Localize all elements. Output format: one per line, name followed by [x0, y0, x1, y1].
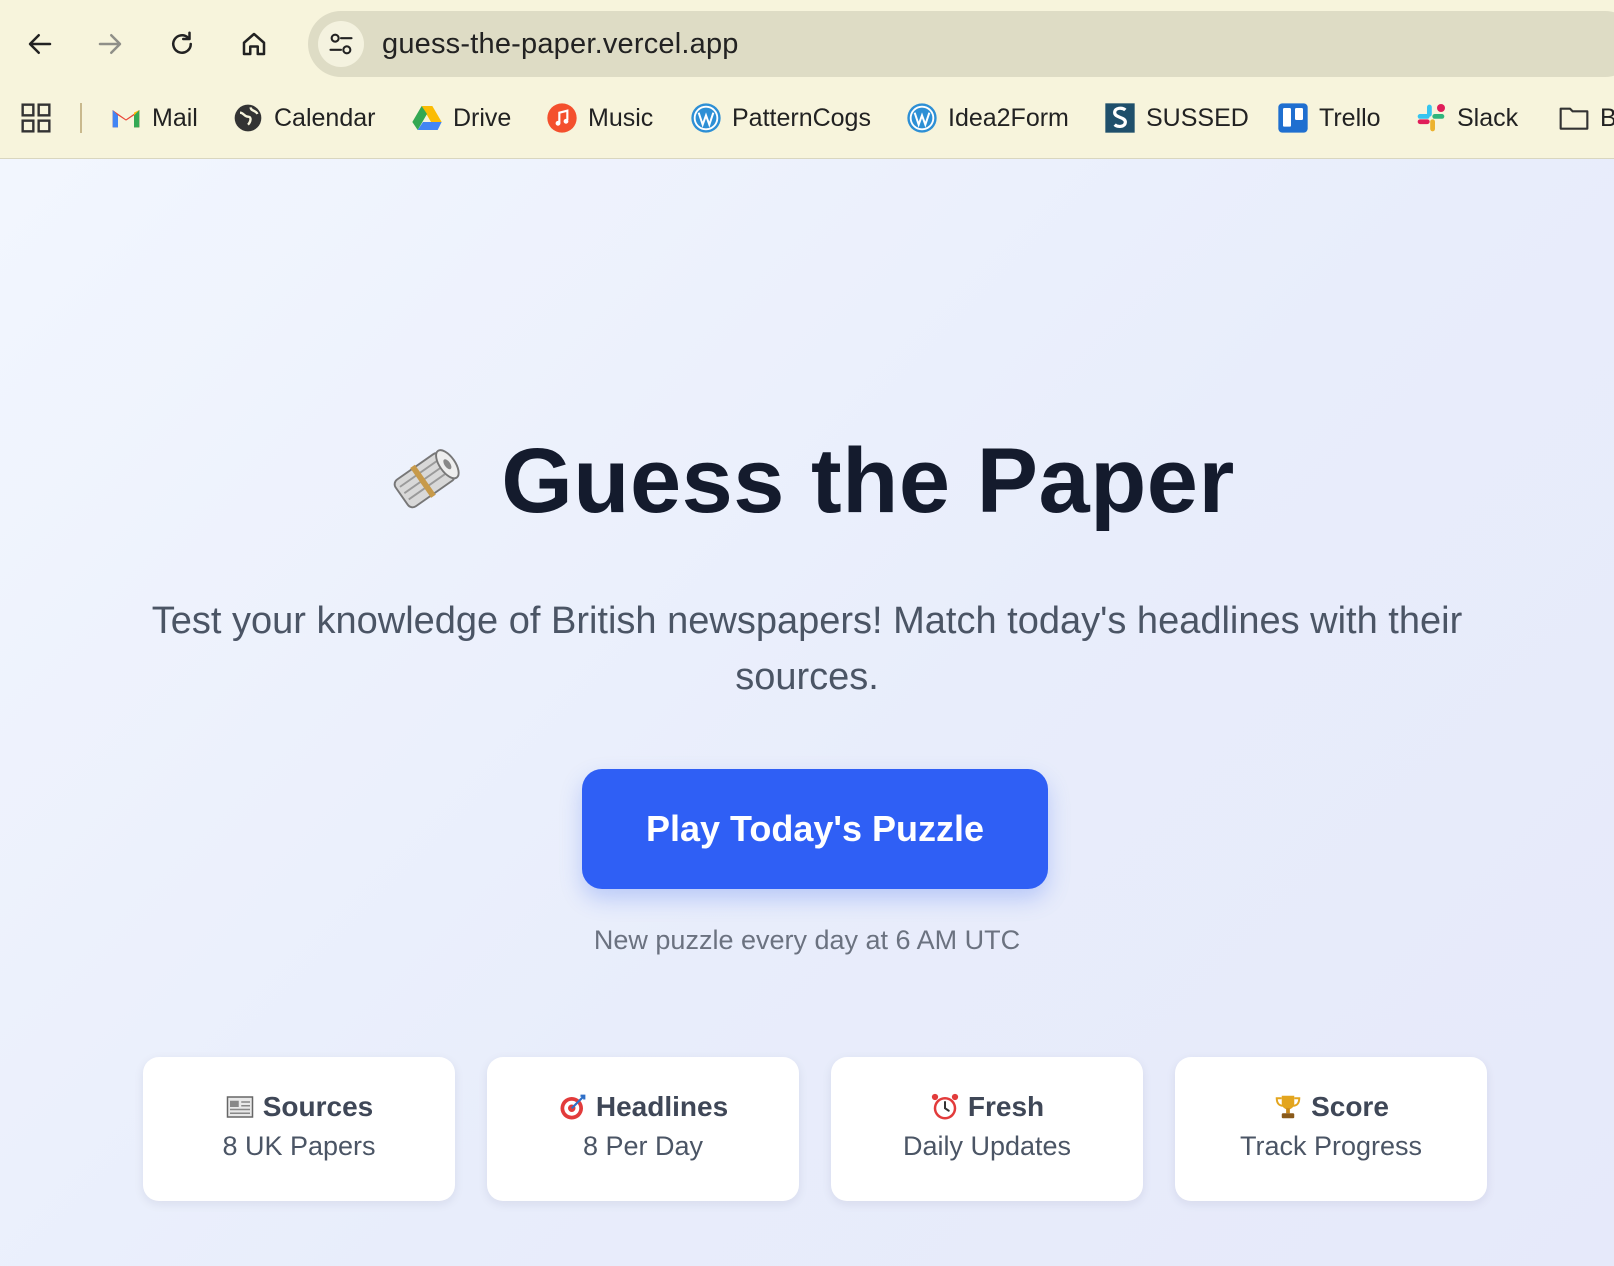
music-icon [546, 102, 578, 134]
feature-value: 8 UK Papers [222, 1131, 376, 1161]
wordpress-icon [690, 102, 722, 134]
arrow-left-icon [28, 34, 52, 54]
globe-icon [232, 102, 264, 134]
forward-button[interactable] [86, 20, 134, 68]
feature-value: Track Progress [1239, 1131, 1423, 1161]
back-button[interactable] [16, 20, 64, 68]
feature-title: Fresh [967, 1091, 1045, 1122]
feature-card-headlines: Headlines 8 Per Day [487, 1057, 799, 1201]
bookmark-label: Mail [152, 103, 198, 132]
bookmark-sussed[interactable]: SUSSED [1104, 98, 1249, 138]
bookmark-trello[interactable]: Trello [1277, 98, 1381, 138]
feature-card-sources: Sources 8 UK Papers [143, 1057, 455, 1201]
feature-title: Headlines [595, 1091, 729, 1122]
arrow-right-icon [98, 34, 122, 54]
feature-title: Sources [262, 1091, 374, 1122]
folder-icon [1558, 102, 1590, 134]
bookmark-idea2form[interactable]: Idea2Form [906, 98, 1069, 138]
bookmark-folder[interactable]: B [1558, 98, 1614, 138]
bookmark-label: Trello [1319, 103, 1381, 132]
rolled-newspaper-icon [393, 448, 460, 508]
hero-heading: Guess the Paper [0, 429, 1614, 534]
bookmarks-bar: Mail Calendar Drive Music PatternCogs Id… [0, 88, 1614, 148]
newspaper-icon [225, 1092, 255, 1122]
target-icon [558, 1092, 588, 1122]
bookmark-drive[interactable]: Drive [411, 98, 511, 138]
play-puzzle-button[interactable]: Play Today's Puzzle [582, 769, 1048, 889]
feature-card-fresh: Fresh Daily Updates [831, 1057, 1143, 1201]
trello-icon [1277, 102, 1309, 134]
reload-icon [172, 31, 192, 54]
feature-title: Score [1311, 1091, 1389, 1122]
sussed-icon [1104, 102, 1136, 134]
bookmarks-divider [80, 103, 82, 133]
bookmark-label: Idea2Form [948, 103, 1069, 132]
url-text: guess-the-paper.vercel.app [382, 28, 739, 60]
bookmark-patterncogs[interactable]: PatternCogs [690, 98, 871, 138]
feature-value: Daily Updates [902, 1131, 1072, 1161]
home-button[interactable] [230, 20, 278, 68]
feature-card-score: Score Track Progress [1175, 1057, 1487, 1201]
address-bar[interactable]: guess-the-paper.vercel.app [308, 11, 1614, 77]
trophy-icon [1273, 1092, 1303, 1122]
apps-grid-icon[interactable] [20, 102, 52, 134]
home-icon [242, 32, 266, 56]
browser-chrome: guess-the-paper.vercel.app Mail Calendar [0, 0, 1614, 159]
google-drive-icon [411, 102, 443, 134]
gmail-icon [110, 102, 142, 134]
navigation-bar: guess-the-paper.vercel.app [0, 0, 1614, 88]
tune-icon [329, 33, 353, 55]
bookmark-calendar[interactable]: Calendar [232, 98, 375, 138]
bookmark-label: Music [588, 103, 654, 132]
puzzle-schedule-note: New puzzle every day at 6 AM UTC [593, 925, 1021, 955]
wordpress-icon [906, 102, 938, 134]
reload-button[interactable] [158, 20, 206, 68]
feature-value: 8 Per Day [582, 1131, 704, 1161]
bookmark-mail[interactable]: Mail [110, 98, 198, 138]
site-info-button[interactable] [318, 21, 364, 67]
bookmark-label: PatternCogs [732, 103, 871, 132]
slack-icon [1415, 102, 1447, 134]
bookmark-label: Calendar [274, 103, 376, 132]
bookmark-label: B [1600, 103, 1614, 132]
bookmark-label: SUSSED [1146, 103, 1249, 132]
page-content: Guess the Paper Test your knowledge of B… [0, 159, 1614, 1266]
bookmark-slack[interactable]: Slack [1415, 98, 1518, 138]
bookmark-label: Drive [453, 103, 512, 132]
hero-subtitle: Test your knowledge of British newspaper… [151, 600, 1463, 698]
page-title: Guess the Paper [501, 430, 1235, 532]
bookmark-label: Slack [1457, 103, 1519, 132]
alarm-clock-icon [930, 1092, 960, 1122]
bookmark-music[interactable]: Music [546, 98, 653, 138]
